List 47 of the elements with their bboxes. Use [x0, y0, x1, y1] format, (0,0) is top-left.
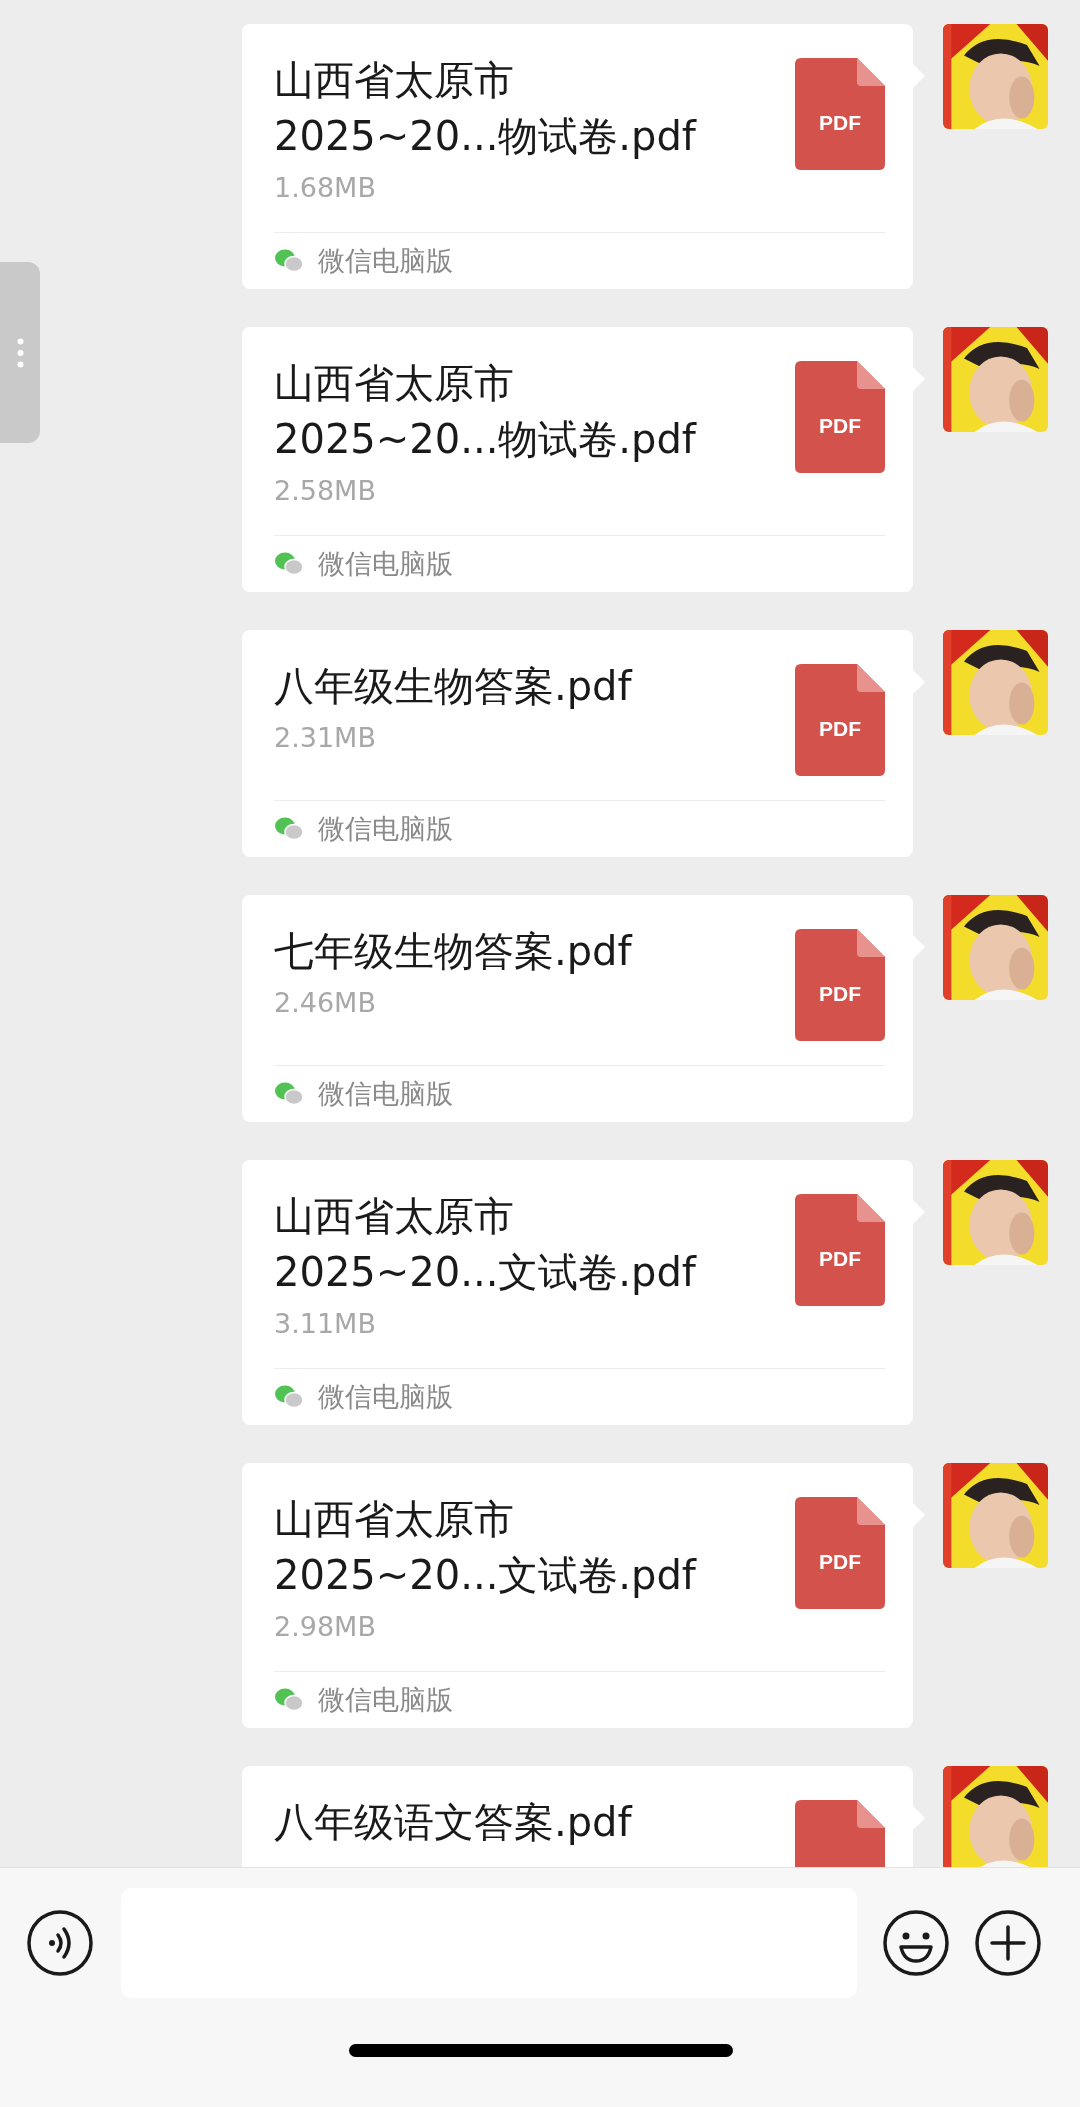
pdf-file-icon: PDF [795, 1194, 885, 1306]
file-name: 山西省太原市 [274, 1495, 515, 1544]
source-label: 微信电脑版 [318, 1683, 453, 1717]
pdf-file-icon: PDF [795, 929, 885, 1041]
chat-bubbles-icon [274, 1081, 304, 1107]
file-name: 2025~20...文试卷.pdf [274, 1551, 696, 1600]
file-name: 八年级语文答案.pdf [274, 1798, 632, 1847]
pdf-file-icon: PDF [795, 58, 885, 170]
file-name: 山西省太原市 [274, 1192, 515, 1241]
file-name: 2025~20...物试卷.pdf [274, 415, 696, 464]
chat-bubbles-icon [274, 1384, 304, 1410]
file-message[interactable]: 山西省太原市 2025~20...文试卷.pdf 3.11MB PDF 微信电脑版 [242, 1160, 913, 1425]
file-message[interactable]: 山西省太原市 2025~20...文试卷.pdf 2.98MB PDF 微信电脑版 [242, 1463, 913, 1728]
file-size: 2.46MB [274, 986, 377, 1020]
chat-bubbles-icon [274, 816, 304, 842]
source-label: 微信电脑版 [318, 812, 453, 846]
file-message[interactable]: 八年级生物答案.pdf 2.31MB PDF 微信电脑版 [242, 630, 913, 857]
file-size: 2.58MB [274, 474, 377, 508]
source-label: 微信电脑版 [318, 1380, 453, 1414]
chat-bubbles-icon [274, 1687, 304, 1713]
file-name: 山西省太原市 [274, 359, 515, 408]
file-name: 八年级生物答案.pdf [274, 662, 632, 711]
plus-icon[interactable] [974, 1909, 1042, 1977]
voice-icon[interactable] [26, 1909, 94, 1977]
file-size: 3.11MB [274, 1307, 377, 1341]
source-label: 微信电脑版 [318, 244, 453, 278]
source-label: 微信电脑版 [318, 547, 453, 581]
pdf-file-icon: PDF [795, 664, 885, 776]
file-message[interactable]: 八年级语文答案.pdf [242, 1766, 913, 1867]
file-size: 2.98MB [274, 1610, 377, 1644]
more-icon [16, 337, 24, 368]
file-size: 2.31MB [274, 721, 377, 755]
pdf-file-icon: PDF [795, 1497, 885, 1609]
file-name: 2025~20...文试卷.pdf [274, 1248, 696, 1297]
chat-bubbles-icon [274, 248, 304, 274]
file-message[interactable]: 山西省太原市 2025~20...物试卷.pdf 2.58MB PDF 微信电脑版 [242, 327, 913, 592]
emoji-icon[interactable] [882, 1909, 950, 1977]
source-label: 微信电脑版 [318, 1077, 453, 1111]
file-message[interactable]: 七年级生物答案.pdf 2.46MB PDF 微信电脑版 [242, 895, 913, 1122]
side-handle[interactable] [0, 262, 40, 443]
chat-bubbles-icon [274, 551, 304, 577]
file-name: 2025~20...物试卷.pdf [274, 112, 696, 161]
file-name: 七年级生物答案.pdf [274, 927, 632, 976]
file-message[interactable]: 山西省太原市 2025~20...物试卷.pdf 1.68MB PDF 微信电脑版 [242, 24, 913, 289]
pdf-file-icon: PDF [795, 361, 885, 473]
file-name: 山西省太原市 [274, 56, 515, 105]
file-size: 1.68MB [274, 171, 377, 205]
